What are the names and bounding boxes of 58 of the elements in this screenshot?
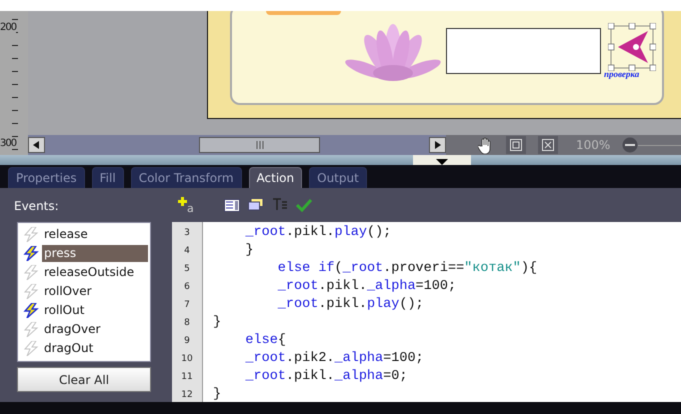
event-item[interactable]: release <box>42 226 148 243</box>
panel-tab[interactable]: Fill <box>92 167 124 188</box>
event-item[interactable]: press <box>42 245 148 262</box>
line-number: 5 <box>183 263 191 276</box>
event-item[interactable]: dragOver <box>42 321 148 338</box>
panel-toggle-tab[interactable] <box>413 155 471 165</box>
code-line: _root.pikl._alpha=0; <box>244 368 408 386</box>
code-line: } <box>244 242 255 260</box>
clear-all-button[interactable]: Clear All <box>17 367 151 392</box>
code-line: } <box>213 314 222 332</box>
line-number: 4 <box>183 245 191 258</box>
panel-tab[interactable]: Output <box>309 167 367 188</box>
event-item[interactable]: rollOver <box>42 283 148 300</box>
line-number: 7 <box>183 299 191 312</box>
line-number: 6 <box>183 281 191 294</box>
input-field[interactable] <box>446 28 601 74</box>
code-line: _root.pik2._alpha=100; <box>244 350 425 368</box>
lightning-icon[interactable] <box>23 303 39 318</box>
scroll-right-button[interactable] <box>429 137 446 153</box>
line-number: 8 <box>183 317 191 330</box>
list-icon[interactable] <box>224 198 240 212</box>
code-line: _root.pikl._alpha=100; <box>276 278 458 296</box>
events-label: Events: <box>14 199 60 215</box>
left-arrow-icon <box>33 141 40 149</box>
ruler-label: 200 <box>0 22 16 33</box>
event-item[interactable]: dragOut <box>42 340 148 357</box>
line-number: 3 <box>183 227 191 240</box>
fit-window-button[interactable] <box>506 136 526 154</box>
check-icon[interactable] <box>296 198 312 212</box>
event-item[interactable]: releaseOutside <box>42 264 148 281</box>
line-number: 11 <box>180 371 194 384</box>
panel-tab[interactable]: Color Transform <box>130 167 242 188</box>
actual-size-button[interactable] <box>538 136 558 154</box>
comment-icon[interactable] <box>248 198 264 212</box>
scroll-left-button[interactable] <box>28 137 45 153</box>
code-line: else{ <box>244 332 287 350</box>
code-line: _root.pikl.play(); <box>276 296 425 314</box>
line-number: 9 <box>183 335 191 348</box>
code-line: else if(_root.proveri=="котак"){ <box>276 260 538 278</box>
down-triangle-icon <box>436 159 448 165</box>
right-arrow-icon <box>434 141 441 149</box>
code-line: _root.pikl.play(); <box>244 224 392 242</box>
horizontal-scrollbar[interactable] <box>28 135 446 155</box>
add-statement-button[interactable]: a <box>178 196 194 214</box>
code-line: } <box>213 386 222 404</box>
code-editor[interactable]: 3 4 5 6 7 8 9 10 11 12 _root.pikl.play(); } else if(_root.proveri=="котак"){ _root.pikl._alpha=100; _root.pikl.play(); } else{ _root.pik2._alpha=100; _root.pikl._alpha=0; } <box>172 222 681 402</box>
lightning-icon[interactable] <box>23 246 39 261</box>
event-item[interactable]: rollOut <box>42 302 148 319</box>
panel-tab[interactable]: Properties <box>8 167 85 188</box>
zoom-percentage: 100% <box>576 138 610 152</box>
line-number: 12 <box>180 389 194 402</box>
panel-tab[interactable]: Action <box>248 167 302 188</box>
ruler-label: 300 <box>0 138 16 149</box>
zoom-out-icon[interactable] <box>622 137 638 153</box>
line-number: 10 <box>180 353 194 366</box>
plus-icon <box>178 196 187 206</box>
scrollbar-thumb[interactable] <box>198 137 320 153</box>
button-caption: проверка <box>604 69 640 79</box>
